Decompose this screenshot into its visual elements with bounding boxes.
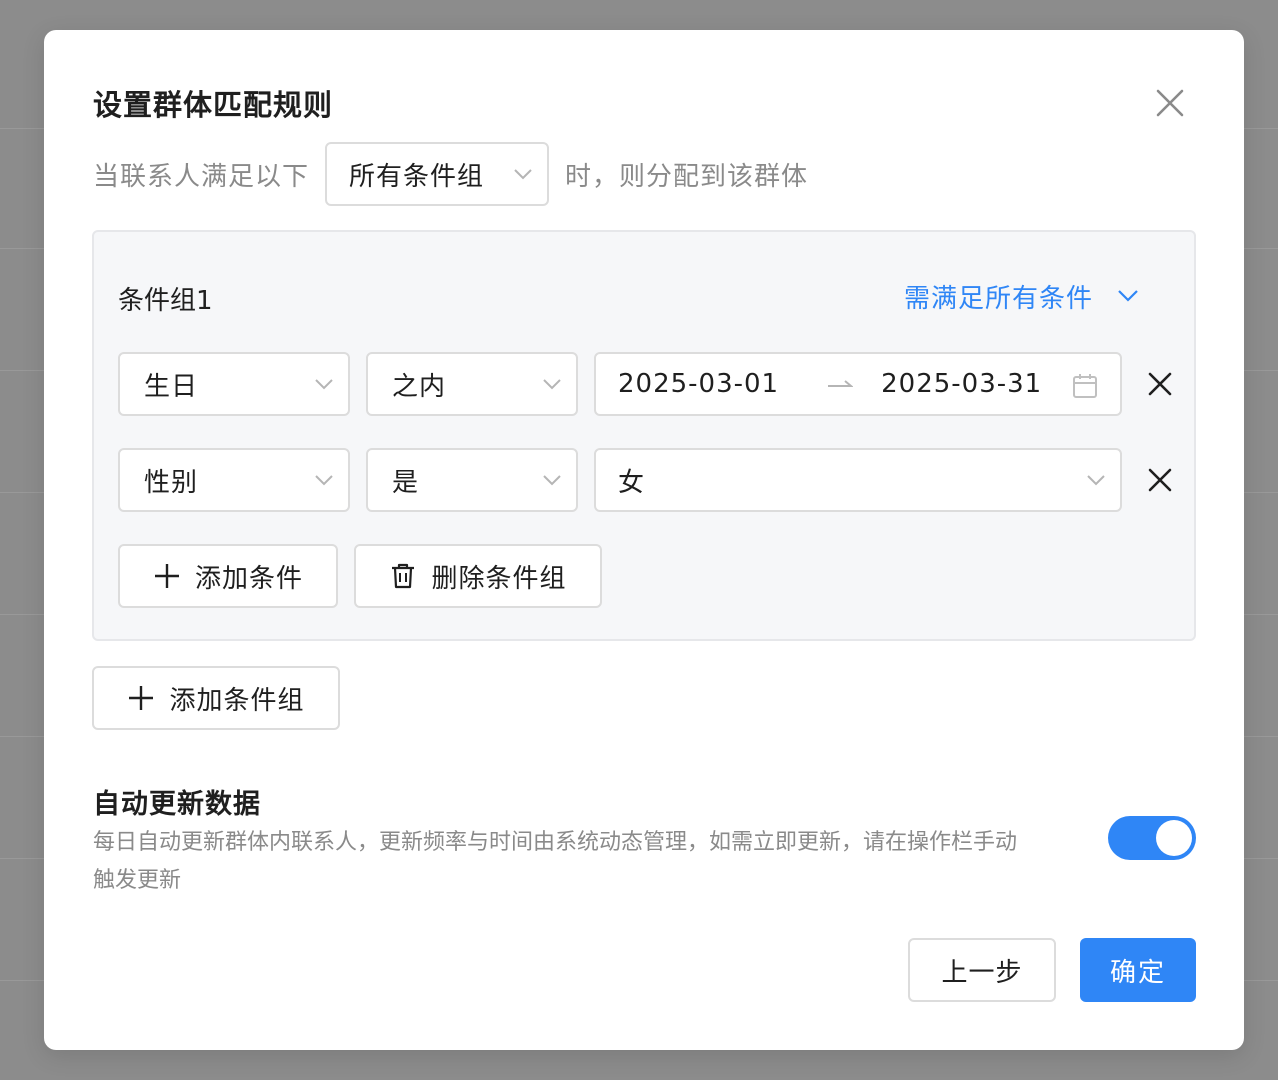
previous-step-label: 上一步 [941,957,1023,988]
condition-group-panel: 条件组1 需满足所有条件 生日 之内 2025-03-01 2025-03-31… [92,230,1196,641]
group-match-value: 所有条件组 [349,161,485,192]
condition-value: 女 [618,467,646,498]
date-start-input[interactable]: 2025-03-01 [618,369,779,399]
delete-group-label: 删除条件组 [431,563,567,594]
condition-value-select[interactable]: 女 [594,448,1122,512]
trash-icon [392,563,415,589]
add-condition-button[interactable]: 添加条件 [118,544,338,608]
calendar-icon [1073,374,1097,398]
condition-row: 生日 之内 2025-03-01 2025-03-31 [118,352,1178,416]
condition-row: 性别 是 女 [118,448,1178,512]
condition-operator-select[interactable]: 之内 [366,352,578,416]
group-rule-dialog: 设置群体匹配规则 当联系人满足以下 所有条件组 时，则分配到该群体 条件组1 需… [44,30,1244,1050]
chevron-down-icon [1087,475,1105,486]
delete-group-button[interactable]: 删除条件组 [354,544,602,608]
group-mode-label: 需满足所有条件 [904,283,1094,314]
condition-operator-value: 是 [392,467,420,498]
arrow-right-icon [828,380,854,387]
confirm-button[interactable]: 确定 [1080,938,1196,1002]
chevron-down-icon [543,379,561,390]
date-range-picker[interactable]: 2025-03-01 2025-03-31 [594,352,1122,416]
condition-field-value: 性别 [144,467,199,498]
close-icon [1156,89,1184,117]
remove-condition-button[interactable] [1140,364,1180,404]
chevron-down-icon [514,169,532,180]
chevron-down-icon [315,475,333,486]
condition-field-select[interactable]: 生日 [118,352,350,416]
add-condition-group-button[interactable]: 添加条件组 [92,666,340,730]
plus-icon [154,564,179,588]
confirm-label: 确定 [1109,957,1166,988]
previous-step-button[interactable]: 上一步 [908,938,1056,1002]
group-mode-dropdown[interactable]: 需满足所有条件 [904,276,1139,316]
condition-field-select[interactable]: 性别 [118,448,350,512]
chevron-down-icon [315,379,333,390]
auto-update-title: 自动更新数据 [93,789,261,820]
dialog-title: 设置群体匹配规则 [93,88,334,122]
chevron-down-icon [1118,290,1138,302]
toggle-knob [1156,820,1192,856]
close-icon [1148,372,1172,396]
condition-group-title: 条件组1 [118,286,213,316]
close-button[interactable] [1150,83,1190,123]
add-condition-group-label: 添加条件组 [169,685,305,716]
add-condition-label: 添加条件 [194,563,303,594]
close-icon [1148,468,1172,492]
group-match-select[interactable]: 所有条件组 [325,142,550,206]
condition-operator-value: 之内 [392,371,447,402]
auto-update-toggle[interactable] [1108,816,1196,860]
plus-icon [129,686,154,710]
chevron-down-icon [543,475,561,486]
remove-condition-button[interactable] [1140,460,1180,500]
rule-sentence: 当联系人满足以下 所有条件组 时，则分配到该群体 [93,142,808,206]
rule-prefix: 当联系人满足以下 [93,161,310,192]
rule-suffix: 时，则分配到该群体 [565,161,809,192]
condition-field-value: 生日 [144,371,199,402]
condition-operator-select[interactable]: 是 [366,448,578,512]
auto-update-description: 每日自动更新群体内联系人，更新频率与时间由系统动态管理，如需立即更新，请在操作栏… [93,830,1018,893]
date-end-input[interactable]: 2025-03-31 [881,369,1042,399]
